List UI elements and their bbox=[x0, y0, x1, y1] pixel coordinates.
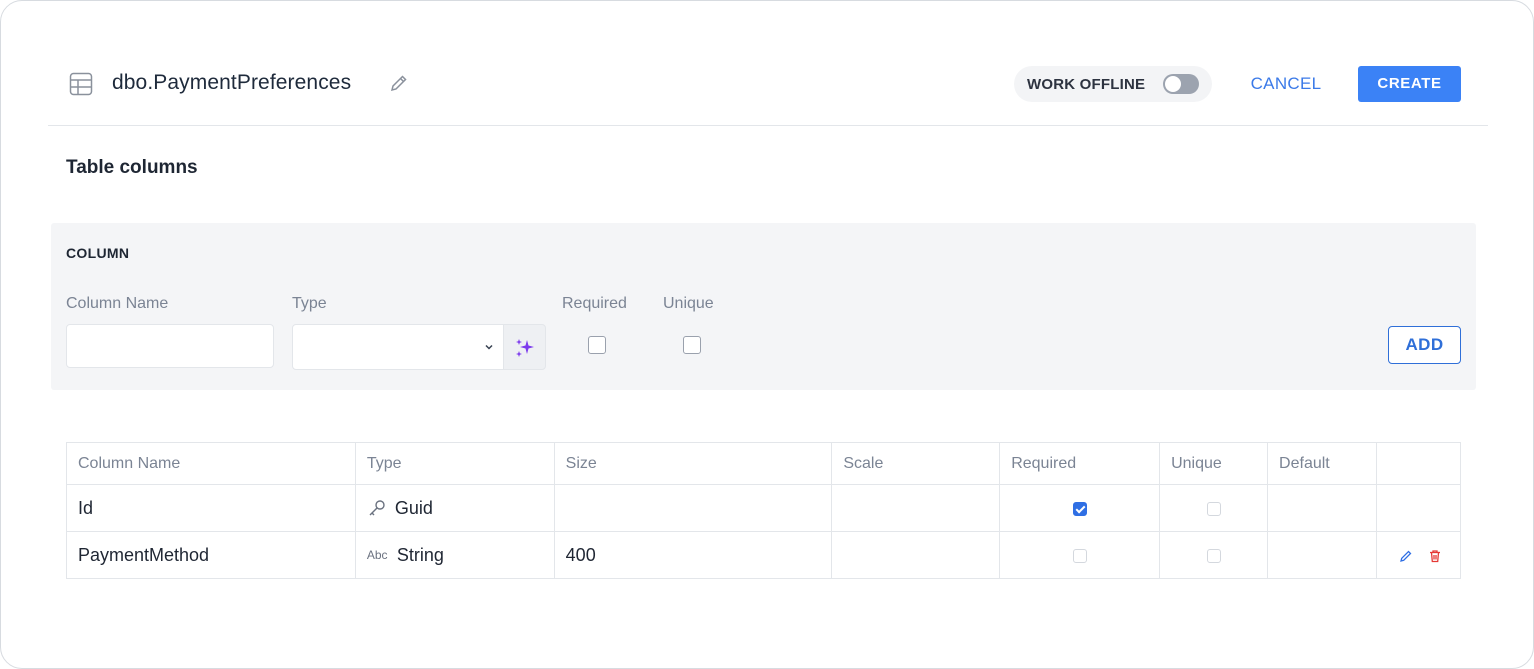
header-actions bbox=[1375, 442, 1462, 485]
type-label: Type bbox=[292, 295, 327, 312]
cell-required bbox=[999, 484, 1161, 532]
table-header-row: Column Name Type Size Scale Required Uni… bbox=[66, 442, 1462, 485]
table-row: Id Guid bbox=[66, 484, 1462, 532]
required-checkbox-checked bbox=[1072, 501, 1087, 516]
work-offline-label: WORK OFFLINE bbox=[1027, 76, 1146, 93]
header-required: Required bbox=[999, 442, 1161, 485]
pencil-icon[interactable] bbox=[1399, 549, 1413, 563]
add-column-button[interactable]: ADD bbox=[1388, 326, 1461, 364]
unique-label: Unique bbox=[663, 295, 714, 312]
cancel-button[interactable]: CANCEL bbox=[1236, 69, 1336, 99]
unique-checkbox-unchecked bbox=[1206, 548, 1221, 563]
cell-default bbox=[1267, 484, 1377, 532]
sparkles-icon bbox=[516, 339, 534, 357]
header-scale: Scale bbox=[831, 442, 1001, 485]
unique-checkbox[interactable] bbox=[683, 336, 701, 354]
pencil-icon[interactable] bbox=[389, 73, 409, 93]
cell-unique bbox=[1159, 484, 1269, 532]
header-column-name: Column Name bbox=[66, 442, 356, 485]
dialog-header: dbo.PaymentPreferences WORK OFFLINE CANC… bbox=[48, 59, 1488, 126]
table-title: dbo.PaymentPreferences bbox=[112, 71, 352, 94]
cell-actions bbox=[1375, 531, 1462, 579]
type-value: Guid bbox=[394, 497, 433, 518]
ai-suggest-button[interactable] bbox=[503, 324, 546, 370]
header-default: Default bbox=[1267, 442, 1377, 485]
column-name-input[interactable] bbox=[66, 324, 274, 368]
cell-type: Abc String bbox=[354, 531, 555, 579]
cell-scale bbox=[831, 531, 1001, 579]
unique-checkbox-unchecked bbox=[1206, 501, 1221, 516]
toggle-knob bbox=[1165, 76, 1181, 92]
abc-icon: Abc bbox=[366, 548, 388, 562]
cell-default bbox=[1267, 531, 1377, 579]
work-offline-toggle[interactable]: WORK OFFLINE bbox=[1014, 66, 1212, 102]
cell-actions bbox=[1375, 484, 1462, 532]
cell-size bbox=[553, 484, 833, 532]
cell-column-name: Id bbox=[66, 484, 356, 532]
key-icon bbox=[369, 500, 385, 516]
cell-unique bbox=[1159, 531, 1269, 579]
header-type: Type bbox=[354, 442, 555, 485]
table-icon bbox=[69, 72, 93, 96]
cell-type: Guid bbox=[354, 484, 555, 532]
create-button[interactable]: CREATE bbox=[1358, 66, 1461, 102]
type-select[interactable] bbox=[292, 324, 505, 370]
dialog-frame: dbo.PaymentPreferences WORK OFFLINE CANC… bbox=[0, 0, 1534, 669]
cell-scale bbox=[831, 484, 1001, 532]
required-checkbox[interactable] bbox=[588, 336, 606, 354]
cell-column-name: PaymentMethod bbox=[66, 531, 356, 579]
type-value: String bbox=[396, 544, 444, 565]
column-form-panel: COLUMN Column Name Type Required Unique … bbox=[51, 223, 1476, 390]
header-unique: Unique bbox=[1159, 442, 1269, 485]
section-title: Table columns bbox=[66, 157, 198, 178]
trash-icon[interactable] bbox=[1428, 549, 1442, 563]
column-name-label: Column Name bbox=[66, 295, 169, 312]
panel-heading: COLUMN bbox=[66, 245, 130, 261]
chevron-down-icon bbox=[485, 344, 493, 350]
cell-size: 400 bbox=[553, 531, 833, 579]
cell-required bbox=[999, 531, 1161, 579]
columns-table: Column Name Type Size Scale Required Uni… bbox=[66, 442, 1462, 579]
toggle-switch[interactable] bbox=[1163, 74, 1199, 94]
required-label: Required bbox=[562, 295, 627, 312]
table-row: PaymentMethod Abc String 400 bbox=[66, 531, 1462, 579]
required-checkbox-unchecked bbox=[1072, 548, 1087, 563]
header-size: Size bbox=[553, 442, 833, 485]
